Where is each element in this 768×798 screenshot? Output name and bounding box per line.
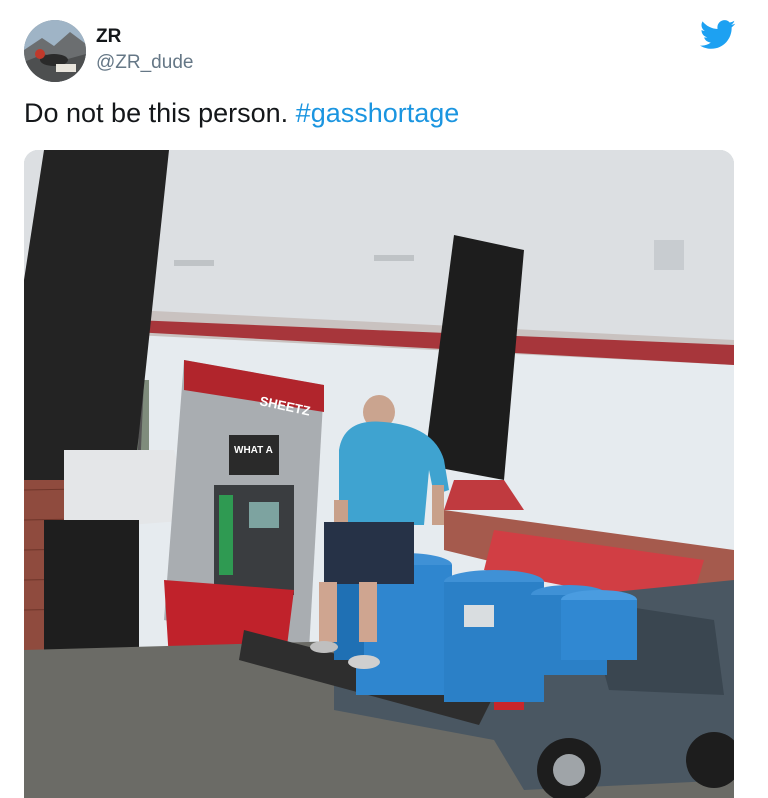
display-name[interactable]: ZR — [96, 26, 121, 48]
twitter-bird-icon[interactable] — [700, 20, 736, 50]
tweet-card: ZR @ZR_dude Do not be this person. #gass… — [0, 0, 768, 798]
user-handle[interactable]: @ZR_dude — [96, 52, 193, 74]
pump-sign: WHAT A — [234, 445, 273, 456]
tweet-photo[interactable]: SHEETZ WHAT A — [24, 150, 734, 798]
tweet-text-plain: Do not be this person. — [24, 98, 296, 128]
gas-station-photo: SHEETZ WHAT A — [24, 150, 734, 798]
avatar[interactable] — [24, 20, 86, 82]
avatar-image — [24, 20, 86, 82]
tweet-text: Do not be this person. #gasshortage — [24, 98, 459, 129]
hashtag-link[interactable]: #gasshortage — [296, 98, 460, 128]
